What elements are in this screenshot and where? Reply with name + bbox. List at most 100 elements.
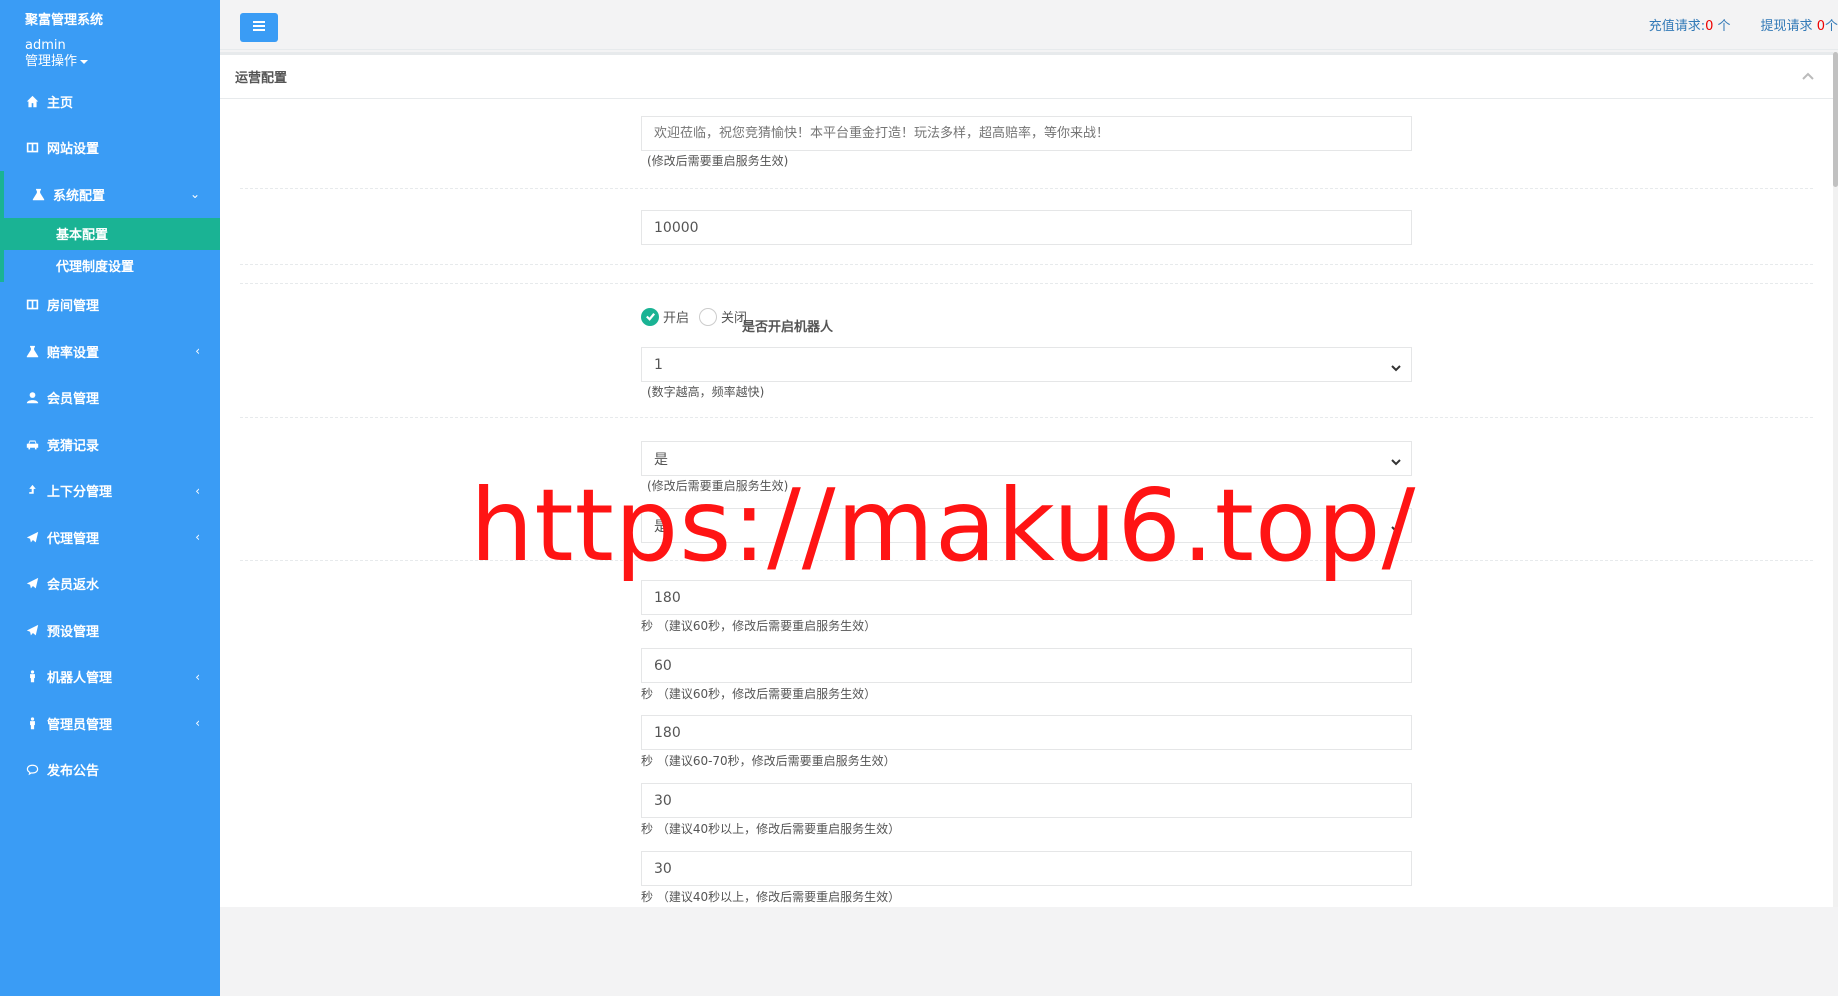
sidebar-item-site[interactable]: 网站设置 (0, 125, 220, 172)
flask-icon (25, 344, 39, 358)
chevron-left-icon: ‹ (195, 344, 200, 359)
robot-enable-radios: 开启 关闭 (641, 307, 757, 326)
bars-icon (253, 20, 265, 36)
sidebar-item-odds[interactable]: 赔率设置 ‹ (0, 328, 220, 375)
canada20-help: 秒 （建议40秒以上，修改后需要重启服务生效） (641, 822, 901, 836)
withdraw-count: 0 (1816, 19, 1825, 34)
canada25-input[interactable]: 30 (641, 851, 1412, 886)
divider (240, 264, 1813, 265)
sidebar-item-agent[interactable]: 代理管理 ‹ (0, 514, 220, 561)
page-scrollbar[interactable] (1833, 52, 1838, 907)
chevron-down-icon (1391, 455, 1401, 466)
paper-plane-icon (25, 623, 39, 637)
male-icon (25, 670, 39, 684)
cqssc-input[interactable]: 180 (641, 715, 1412, 750)
robot-freq-select[interactable]: 1 (641, 347, 1412, 382)
flask-icon (31, 187, 45, 201)
sidebar-item-preset[interactable]: 预设管理 (0, 607, 220, 654)
cqssc-help: 秒 （建议60-70秒，修改后需要重启服务生效） (641, 754, 896, 768)
sidebar-item-system[interactable]: 系统配置 ⌄ (0, 171, 220, 218)
robot-enable-off-label: 关闭 (721, 311, 748, 326)
chevron-left-icon: ‹ (195, 669, 200, 684)
check-icon (641, 307, 659, 326)
system-submenu: 基本配置 代理制度设置 (0, 217, 220, 282)
pk10-help: 秒 （建议60秒，修改后需要重启服务生效） (641, 619, 877, 633)
radio-empty-icon (699, 307, 718, 326)
sidebar-subitem-basic[interactable]: 基本配置 (4, 217, 220, 250)
brand: 聚富管理系统 admin 管理操作 (0, 0, 220, 70)
admin-ops-dropdown[interactable]: 管理操作 (25, 54, 220, 70)
chevron-down-icon (1391, 361, 1401, 372)
admin-ops-label: 管理操作 (25, 54, 78, 69)
chevron-up-icon[interactable] (1801, 69, 1815, 83)
robot-freq-value: 1 (654, 356, 663, 373)
robot-enable-on-radio[interactable]: 开启 (641, 307, 689, 326)
sidebar-item-label: 发布公告 (47, 764, 100, 780)
sidebar-item-rebate[interactable]: 会员返水 (0, 561, 220, 608)
columns-icon (25, 141, 39, 155)
paper-plane-icon (25, 530, 39, 544)
sidebar-item-label: 上下分管理 (47, 485, 113, 501)
male-icon (25, 716, 39, 730)
pk10-input[interactable]: 180 (641, 580, 1412, 615)
sidebar-item-label: 主页 (47, 95, 74, 111)
sidebar-item-admin[interactable]: 管理员管理 ‹ (0, 700, 220, 747)
watermark-url: https://maku6.top/ (470, 467, 1417, 584)
sidebar-item-label: 竞猜记录 (47, 438, 100, 454)
sidebar-item-label: 机器人管理 (47, 671, 113, 687)
sidebar-item-notice[interactable]: 发布公告 (0, 747, 220, 794)
withdraw-label: 提现请求 (1760, 19, 1813, 34)
sidebar-item-bet-records[interactable]: 竞猜记录 (0, 421, 220, 468)
withdraw-requests-link[interactable]: 提现请求 0个 (1761, 15, 1838, 34)
panel-title: 运营配置 (235, 71, 288, 86)
welcome-help: (修改后需要重启服务生效) (647, 154, 789, 168)
sidebar-item-member[interactable]: 会员管理 (0, 375, 220, 422)
recharge-unit: 个 (1717, 19, 1731, 34)
sidebar-item-label: 房间管理 (47, 299, 100, 315)
online-input[interactable]: 10000 (641, 210, 1412, 245)
top-bar: 充值请求:0 个 提现请求 0个 (220, 0, 1838, 50)
sidebar-item-room[interactable]: 房间管理 (0, 282, 220, 329)
sidebar: 聚富管理系统 admin 管理操作 主页 网站设置 系统配置 ⌄ 基本配置 代理… (0, 0, 220, 996)
sidebar-item-label: 代理管理 (47, 531, 100, 547)
level-up-icon (25, 484, 39, 498)
sidebar-item-label: 系统配置 (53, 188, 106, 204)
chevron-left-icon: ‹ (195, 716, 200, 731)
username: admin (25, 38, 66, 53)
panel-header: 运营配置 (220, 55, 1833, 99)
recharge-count: 0 (1705, 19, 1714, 34)
car-icon (25, 437, 39, 451)
caret-down-icon (80, 59, 89, 64)
canada20-input[interactable]: 30 (641, 783, 1412, 818)
divider (240, 417, 1813, 418)
sidebar-item-label: 预设管理 (47, 624, 100, 640)
airship-input[interactable]: 60 (641, 648, 1412, 683)
robot-enable-on-label: 开启 (663, 311, 690, 326)
chevron-down-icon: ⌄ (189, 187, 200, 202)
columns-icon (25, 298, 39, 312)
sidebar-item-score[interactable]: 上下分管理 ‹ (0, 468, 220, 515)
divider (240, 188, 1813, 189)
home-icon (25, 94, 39, 108)
welcome-input[interactable] (641, 116, 1412, 151)
sidebar-item-label: 会员返水 (47, 578, 100, 594)
user-icon (25, 391, 39, 405)
canada25-help: 秒 （建议40秒以上，修改后需要重启服务生效） (641, 890, 901, 904)
chat-value: 是 (654, 451, 668, 468)
sidebar-item-robot[interactable]: 机器人管理 ‹ (0, 654, 220, 701)
sidebar-item-home[interactable]: 主页 (0, 78, 220, 125)
chevron-left-icon: ‹ (195, 530, 200, 545)
sidebar-menu: 主页 网站设置 系统配置 ⌄ 基本配置 代理制度设置 房间管理 赔率设置 ‹ 会… (0, 78, 220, 793)
sidebar-toggle-button[interactable] (240, 13, 278, 42)
withdraw-unit: 个 (1824, 19, 1838, 34)
app-title: 聚富管理系统 (25, 13, 104, 28)
sidebar-item-label: 会员管理 (47, 392, 100, 408)
divider (240, 283, 1813, 284)
chevron-left-icon: ‹ (195, 483, 200, 498)
recharge-requests-link[interactable]: 充值请求:0 个 (1649, 15, 1731, 34)
robot-enable-off-radio[interactable]: 关闭 (699, 307, 747, 326)
scrollbar-thumb[interactable] (1833, 52, 1838, 187)
airship-help: 秒 （建议60秒，修改后需要重启服务生效） (641, 687, 877, 701)
sidebar-subitem-agent-policy[interactable]: 代理制度设置 (4, 250, 220, 282)
paper-plane-icon (25, 577, 39, 591)
